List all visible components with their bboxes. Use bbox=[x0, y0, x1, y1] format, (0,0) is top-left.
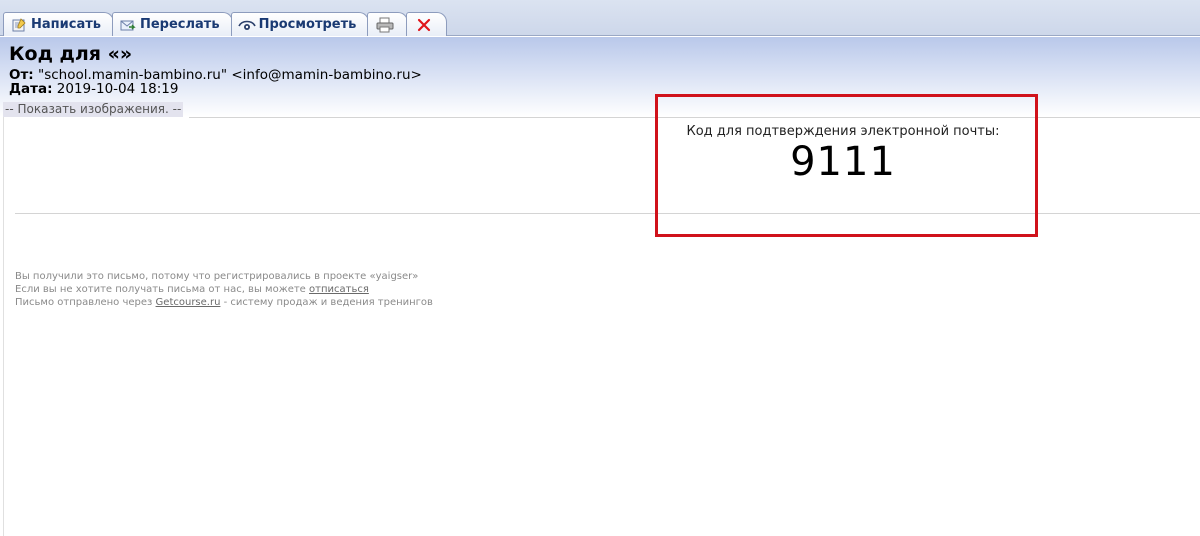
getcourse-link[interactable]: Getcourse.ru bbox=[156, 297, 221, 308]
forward-icon bbox=[119, 16, 137, 34]
forward-label: Переслать bbox=[139, 17, 220, 32]
forward-button[interactable]: Переслать bbox=[111, 12, 233, 36]
toolbar: Написать Переслать Просмотреть bbox=[0, 0, 1200, 36]
footer-sent-via-suffix: - систему продаж и ведения тренингов bbox=[220, 297, 433, 308]
delete-button[interactable] bbox=[406, 12, 448, 36]
email-footer: Вы получили это письмо, потому что регис… bbox=[15, 270, 433, 309]
footer-sent-via-text: Письмо отправлено через bbox=[15, 297, 156, 308]
message-subject: Код для «» bbox=[9, 43, 133, 65]
close-icon bbox=[415, 16, 433, 34]
highlight-box bbox=[655, 94, 1038, 237]
body-left-border bbox=[3, 117, 4, 536]
toolbar-tabs: Написать Переслать Просмотреть bbox=[3, 10, 448, 36]
date-value: 2019-10-04 18:19 bbox=[56, 81, 179, 97]
print-button[interactable] bbox=[367, 12, 409, 36]
footer-line-unsubscribe: Если вы не хотите получать письма от нас… bbox=[15, 283, 433, 296]
eye-icon bbox=[237, 16, 256, 34]
compose-label: Написать bbox=[31, 17, 101, 32]
view-label: Просмотреть bbox=[258, 17, 357, 32]
show-images-link[interactable]: -- Показать изображения. -- bbox=[3, 102, 184, 117]
view-button[interactable]: Просмотреть bbox=[230, 12, 370, 36]
unsubscribe-link[interactable]: отписаться bbox=[309, 284, 369, 295]
footer-line-registration: Вы получили это письмо, потому что регис… bbox=[15, 271, 419, 282]
printer-icon bbox=[376, 16, 394, 34]
date-line: Дата: 2019-10-04 18:19 bbox=[9, 81, 178, 97]
footer-unsubscribe-text: Если вы не хотите получать письма от нас… bbox=[15, 284, 310, 295]
date-label: Дата: bbox=[9, 81, 53, 97]
compose-icon bbox=[10, 16, 28, 34]
compose-button[interactable]: Написать bbox=[3, 12, 114, 36]
footer-line-sender: Письмо отправлено через Getcourse.ru - с… bbox=[15, 296, 433, 309]
